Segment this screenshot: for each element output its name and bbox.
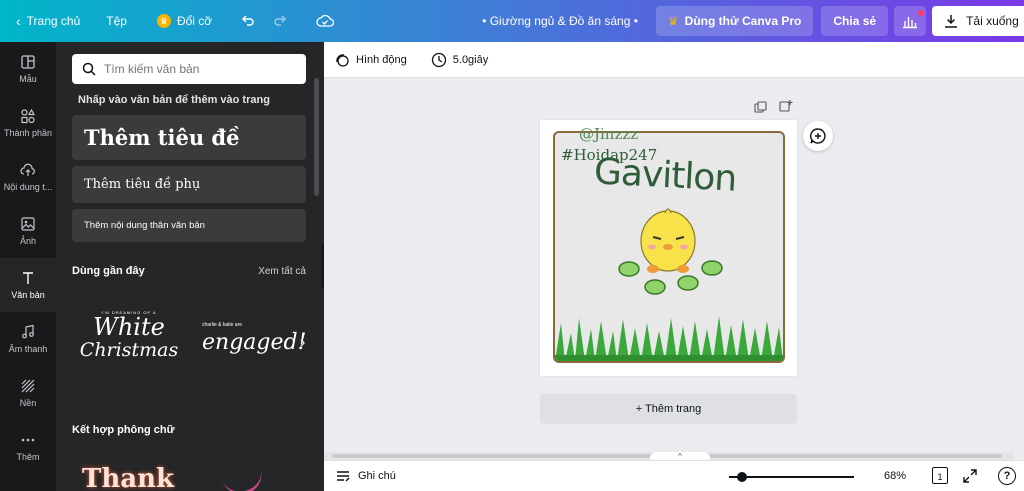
recent-1-line2: Christmas xyxy=(79,339,179,361)
insights-button[interactable] xyxy=(894,6,927,36)
page-count-button[interactable]: 1 xyxy=(932,467,948,484)
document-title[interactable]: • Giường ngủ & Đồ ăn sáng • xyxy=(474,6,646,36)
zoom-slider[interactable] xyxy=(729,476,854,478)
duplicate-page-icon[interactable] xyxy=(753,100,767,114)
zoom-slider-knob[interactable] xyxy=(737,472,747,482)
home-label: Trang chủ xyxy=(26,14,81,28)
upload-icon xyxy=(20,163,35,176)
rail-item-photos[interactable]: Ảnh xyxy=(0,204,56,258)
help-button[interactable]: ? xyxy=(998,467,1016,485)
recent-1-line1: White xyxy=(93,313,165,341)
redo-icon xyxy=(274,15,287,26)
canvas-text-gavitlon[interactable]: Gavitlon xyxy=(593,151,737,199)
top-bar: ‹ Trang chủ Tệp ♛ Đổi cỡ • Giường ngủ & … xyxy=(0,0,1024,42)
side-rail: Mẫu Thành phần Nội dung t... Ảnh Văn bản… xyxy=(0,42,56,491)
redo-button[interactable] xyxy=(264,6,296,36)
file-menu[interactable]: Tệp xyxy=(98,6,135,36)
editor-toolbar: Hình động 5.0giây xyxy=(324,42,1024,78)
crown-icon: ♛ xyxy=(156,14,171,28)
fullscreen-button[interactable] xyxy=(962,468,978,487)
text-icon xyxy=(23,272,33,284)
rail-item-uploads[interactable]: Nội dung t... xyxy=(0,150,56,204)
clock-icon xyxy=(431,52,446,67)
add-body-text-button[interactable]: Thêm nội dung thân văn bản xyxy=(72,209,306,242)
more-icon xyxy=(21,438,35,442)
canvas-text-jinzzz[interactable]: @Jinzzz xyxy=(579,125,638,143)
elements-icon xyxy=(21,108,36,124)
see-all-link[interactable]: Xem tất cả xyxy=(258,266,306,277)
notes-button[interactable]: Ghi chú xyxy=(336,469,396,483)
templates-icon xyxy=(21,55,35,69)
download-icon xyxy=(945,15,958,28)
add-subheading-button[interactable]: Thêm tiêu đề phụ xyxy=(72,166,306,203)
background-icon xyxy=(21,379,35,393)
duration-button[interactable]: 5.0giây xyxy=(419,52,500,68)
bottom-bar: Ghi chú 68% 1 ? xyxy=(324,460,1024,491)
panel-scrollbar[interactable] xyxy=(314,78,319,196)
resize-button[interactable]: ♛ Đổi cỡ xyxy=(149,6,220,36)
font-combo-thank[interactable]: Thank xyxy=(82,464,174,491)
download-button[interactable]: Tải xuống xyxy=(932,6,1024,36)
recent-section-title: Dùng gần đây xyxy=(72,265,145,277)
home-button[interactable]: ‹ Trang chủ xyxy=(8,6,88,36)
bar-chart-icon xyxy=(903,17,918,29)
notes-icon xyxy=(337,471,350,482)
rail-item-elements[interactable]: Thành phần xyxy=(0,96,56,150)
notification-dot xyxy=(918,10,925,16)
text-panel: Nhấp vào văn bản để thêm vào trang Thêm … xyxy=(56,42,324,491)
zoom-level[interactable]: 68% xyxy=(884,470,906,482)
chevron-right-icon[interactable]: › xyxy=(300,334,305,352)
comment-button[interactable] xyxy=(803,121,833,151)
audio-icon xyxy=(22,324,34,339)
fullscreen-icon xyxy=(963,469,977,483)
add-page-button[interactable]: + Thêm trang xyxy=(540,394,797,424)
try-pro-button[interactable]: ♛ Dùng thử Canva Pro xyxy=(655,6,814,36)
photos-icon xyxy=(21,217,35,231)
rail-item-more[interactable]: Thêm xyxy=(0,420,56,474)
search-icon xyxy=(82,62,96,76)
crown-icon: ♛ xyxy=(667,14,679,28)
undo-button[interactable] xyxy=(232,6,264,36)
animate-icon xyxy=(336,53,349,67)
share-button[interactable]: Chia sẻ xyxy=(821,6,889,36)
animate-button[interactable]: Hình động xyxy=(324,52,419,68)
rail-item-templates[interactable]: Mẫu xyxy=(0,42,56,96)
recent-2-main-text: engaged! xyxy=(202,330,307,355)
font-combo-neon-shape[interactable] xyxy=(222,469,266,491)
rail-item-text[interactable]: Văn bản xyxy=(0,258,56,312)
search-input[interactable] xyxy=(104,62,294,76)
recent-template-engaged[interactable]: charlie & katie are engaged! xyxy=(202,322,307,372)
vertical-scrollbar[interactable] xyxy=(1014,78,1024,462)
cloud-save-status[interactable] xyxy=(308,6,342,36)
recent-template-white-christmas[interactable]: I'M DREAMING OF A White Christmas xyxy=(76,310,182,382)
add-page-icon[interactable] xyxy=(779,99,793,113)
search-box[interactable] xyxy=(72,54,306,84)
font-combo-section-title: Kết hợp phông chữ xyxy=(72,424,175,436)
chick-icon xyxy=(640,208,696,273)
add-heading-button[interactable]: Thêm tiêu đề xyxy=(72,115,306,160)
grass-icon xyxy=(555,316,783,361)
undo-icon xyxy=(242,15,254,26)
comment-add-icon xyxy=(810,128,826,144)
chevron-left-icon: ‹ xyxy=(16,13,21,29)
rail-item-audio[interactable]: Âm thanh xyxy=(0,312,56,366)
panel-hint: Nhấp vào văn bản để thêm vào trang xyxy=(78,94,270,106)
cloud-check-icon xyxy=(316,14,335,27)
rail-item-background[interactable]: Nền xyxy=(0,366,56,420)
